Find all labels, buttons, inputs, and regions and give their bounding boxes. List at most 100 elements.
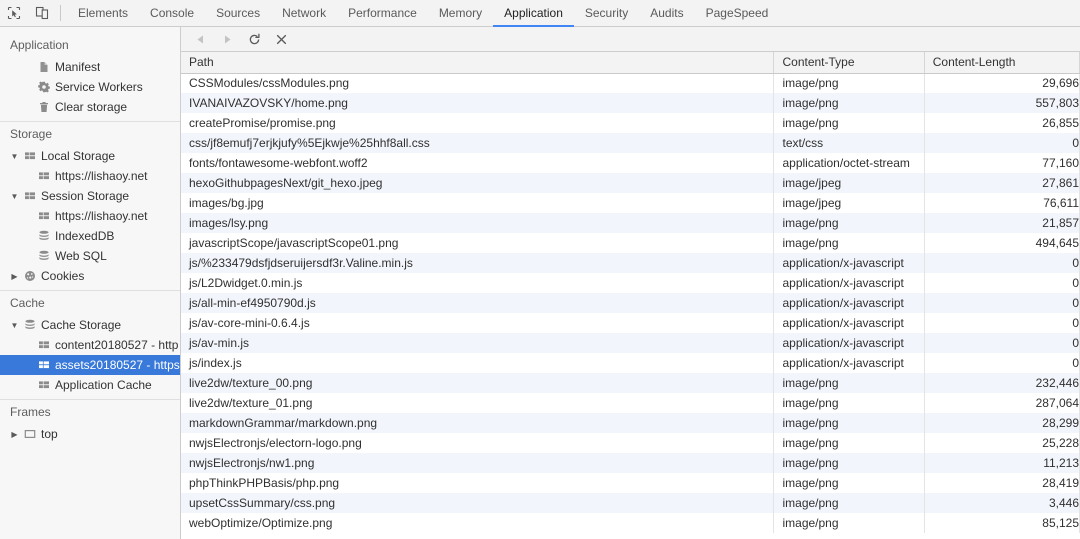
- cell-content-type: image/png: [773, 513, 925, 533]
- chevron-down-icon[interactable]: ▼: [8, 152, 21, 161]
- sidebar-item-local-storage[interactable]: ▼ Local Storage: [0, 146, 180, 166]
- table-row[interactable]: nwjsElectronjs/electorn-logo.png image/pn…: [181, 433, 1080, 453]
- sidebar-item-web-sql[interactable]: ▶ Web SQL: [0, 246, 180, 266]
- sidebar-item-label: top: [41, 427, 58, 441]
- sidebar-item-session-storage[interactable]: ▼ Session Storage: [0, 186, 180, 206]
- table-row[interactable]: images/lsy.png image/png 21,857: [181, 213, 1080, 233]
- sidebar-item-manifest[interactable]: ▶ Manifest: [0, 57, 180, 77]
- cell-content-length: 76,611: [924, 193, 1080, 213]
- tab-console[interactable]: Console: [139, 0, 205, 27]
- table-row[interactable]: hexoGithubpagesNext/git_hexo.jpeg image/j…: [181, 173, 1080, 193]
- sidebar-item-label: Clear storage: [55, 100, 128, 114]
- column-header-content-length[interactable]: Content-Length: [924, 52, 1080, 74]
- column-header-path[interactable]: Path: [181, 52, 775, 74]
- cell-path: live2dw/texture_00.png: [181, 373, 775, 393]
- chevron-right-icon[interactable]: ▶: [8, 272, 21, 281]
- table-icon: [21, 190, 38, 202]
- sidebar-item-cookies[interactable]: ▶ Cookies: [0, 266, 180, 286]
- table-row[interactable]: live2dw/texture_01.png image/png 287,064: [181, 393, 1080, 413]
- table-row[interactable]: fonts/fontawesome-webfont.woff2 applicati…: [181, 153, 1080, 173]
- sidebar-item-https-lishaoy-net[interactable]: ▶ https://lishaoy.net: [0, 166, 180, 186]
- inspect-cursor-icon[interactable]: [0, 0, 28, 26]
- sidebar-item-label: assets20180527 - https: [55, 358, 180, 372]
- tab-security[interactable]: Security: [574, 0, 639, 27]
- trash-icon: [35, 101, 52, 113]
- table-row[interactable]: webOptimize/Optimize.png image/png 85,125: [181, 513, 1080, 533]
- table-row[interactable]: js/all-min-ef4950790d.js application/x-ja…: [181, 293, 1080, 313]
- sidebar-item-label: Cache Storage: [41, 318, 122, 332]
- chevron-right-icon: ▶: [22, 381, 35, 390]
- chevron-right-icon: ▶: [22, 63, 35, 72]
- tab-sources[interactable]: Sources: [205, 0, 271, 27]
- table-row[interactable]: phpThinkPHPBasis/php.png image/png 28,419: [181, 473, 1080, 493]
- table-row[interactable]: nwjsElectronjs/nw1.png image/png 11,213: [181, 453, 1080, 473]
- tab-pagespeed[interactable]: PageSpeed: [695, 0, 780, 27]
- sidebar-item-label: Service Workers: [55, 80, 143, 94]
- table-icon: [35, 210, 52, 222]
- cell-content-type: image/jpeg: [773, 173, 925, 193]
- tab-performance[interactable]: Performance: [337, 0, 428, 27]
- table-row[interactable]: js/av-min.js application/x-javascript 0: [181, 333, 1080, 353]
- cache-content-pane: Path Content-Type Content-Length CSSModu…: [181, 27, 1080, 539]
- cell-path: images/bg.jpg: [181, 193, 775, 213]
- chevron-down-icon[interactable]: ▼: [8, 192, 21, 201]
- cell-path: webOptimize/Optimize.png: [181, 513, 775, 533]
- table-icon: [35, 339, 52, 351]
- tab-application[interactable]: Application: [493, 0, 574, 27]
- table-row[interactable]: javascriptScope/javascriptScope01.png ima…: [181, 233, 1080, 253]
- table-row[interactable]: live2dw/texture_00.png image/png 232,446: [181, 373, 1080, 393]
- sidebar-item-label: https://lishaoy.net: [55, 209, 148, 223]
- table-row[interactable]: css/jf8emufj7erjkjufy%5Ejkwje%25hhf8all.…: [181, 133, 1080, 153]
- table-row[interactable]: IVANAIVAZOVSKY/home.png image/png 557,803: [181, 93, 1080, 113]
- cache-entries-grid[interactable]: Path Content-Type Content-Length CSSModu…: [181, 52, 1080, 539]
- sidebar-item-indexeddb[interactable]: ▶ IndexedDB: [0, 226, 180, 246]
- delete-button[interactable]: [268, 27, 295, 52]
- table-row[interactable]: js/av-core-mini-0.6.4.js application/x-ja…: [181, 313, 1080, 333]
- cell-content-type: image/png: [773, 233, 925, 253]
- table-row[interactable]: markdownGrammar/markdown.png image/png 28,…: [181, 413, 1080, 433]
- table-row[interactable]: js/index.js application/x-javascript 0: [181, 353, 1080, 373]
- sidebar-item-top[interactable]: ▶ top: [0, 424, 180, 444]
- cell-content-length: 0: [924, 333, 1080, 353]
- device-toolbar-icon[interactable]: [28, 0, 56, 26]
- tab-network[interactable]: Network: [271, 0, 337, 27]
- tab-audits[interactable]: Audits: [639, 0, 694, 27]
- sidebar-item-https-lishaoy-net[interactable]: ▶ https://lishaoy.net: [0, 206, 180, 226]
- sidebar-item-assets20180527-https[interactable]: ▶ assets20180527 - https: [0, 355, 180, 375]
- sidebar-item-content20180527-http[interactable]: ▶ content20180527 - http: [0, 335, 180, 355]
- cell-path: js/%233479dsfjdseruijersdf3r.Valine.min.…: [181, 253, 775, 273]
- database-icon: [35, 250, 52, 262]
- cell-content-type: application/x-javascript: [773, 253, 925, 273]
- chevron-right-icon[interactable]: ▶: [8, 430, 21, 439]
- cell-path: js/av-min.js: [181, 333, 775, 353]
- cell-path: markdownGrammar/markdown.png: [181, 413, 775, 433]
- cell-path: nwjsElectronjs/nw1.png: [181, 453, 775, 473]
- sidebar-item-application-cache[interactable]: ▶ Application Cache: [0, 375, 180, 395]
- column-header-content-type[interactable]: Content-Type: [773, 52, 925, 74]
- devtools-tabbar: Elements Console Sources Network Performance…: [0, 0, 1080, 27]
- cell-path: javascriptScope/javascriptScope01.png: [181, 233, 775, 253]
- chevron-right-icon: ▶: [22, 252, 35, 261]
- cell-content-length: 25,228: [924, 433, 1080, 453]
- sidebar-item-clear-storage[interactable]: ▶ Clear storage: [0, 97, 180, 117]
- cell-path: hexoGithubpagesNext/git_hexo.jpeg: [181, 173, 775, 193]
- cell-content-length: 494,645: [924, 233, 1080, 253]
- table-row[interactable]: CSSModules/cssModules.png image/png 29,696: [181, 73, 1080, 93]
- chevron-right-icon: ▶: [22, 232, 35, 241]
- table-row[interactable]: upsetCssSummary/css.png image/png 3,446: [181, 493, 1080, 513]
- table-row[interactable]: js/%233479dsfjdseruijersdf3r.Valine.min.…: [181, 253, 1080, 273]
- refresh-button[interactable]: [241, 27, 268, 52]
- sidebar-item-label: https://lishaoy.net: [55, 169, 148, 183]
- cell-content-type: image/png: [773, 373, 925, 393]
- chevron-down-icon[interactable]: ▼: [8, 321, 21, 330]
- table-row[interactable]: createPromise/promise.png image/png 26,855: [181, 113, 1080, 133]
- cell-content-type: application/x-javascript: [773, 333, 925, 353]
- toolbar-divider: [60, 5, 61, 21]
- table-row[interactable]: images/bg.jpg image/jpeg 76,611: [181, 193, 1080, 213]
- table-row[interactable]: js/L2Dwidget.0.min.js application/x-javas…: [181, 273, 1080, 293]
- cell-content-type: image/png: [773, 393, 925, 413]
- sidebar-item-cache-storage[interactable]: ▼ Cache Storage: [0, 315, 180, 335]
- tab-elements[interactable]: Elements: [67, 0, 139, 27]
- sidebar-item-service-workers[interactable]: ▶ Service Workers: [0, 77, 180, 97]
- tab-memory[interactable]: Memory: [428, 0, 493, 27]
